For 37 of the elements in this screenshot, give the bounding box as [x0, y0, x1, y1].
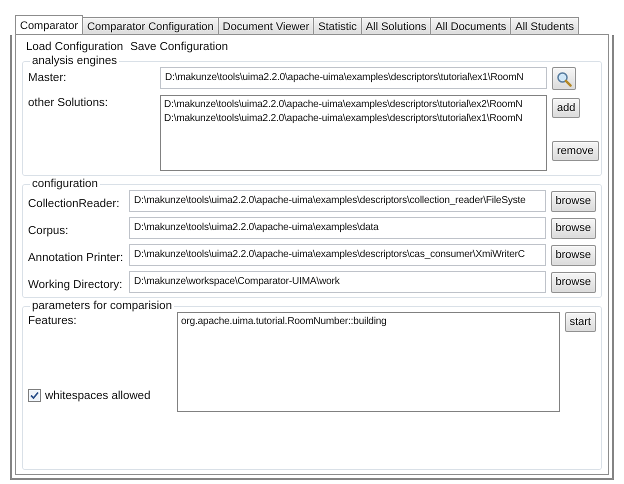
field-label: Master: [28, 71, 68, 84]
menu-item[interactable]: Save Configuration [130, 41, 228, 53]
list-item[interactable]: D:\makunze\tools\uima2.2.0\apache-uima\examples\descriptors\tutorial\ex2\RoomN [164, 98, 522, 112]
browse-button[interactable]: browse [550, 244, 596, 266]
start-button[interactable]: start [564, 312, 596, 332]
tab[interactable]: Document Viewer [218, 17, 314, 35]
tab[interactable]: All Students [510, 17, 579, 35]
field-label: Features: [28, 314, 78, 327]
tab[interactable]: All Documents [430, 17, 512, 35]
group-title: configuration [31, 178, 99, 190]
whitespaces-checkbox[interactable]: whitespaces allowed [28, 389, 172, 402]
remove-button[interactable]: remove [552, 141, 599, 161]
solutions-list[interactable]: D:\makunze\tools\uima2.2.0\apache-uima\examples\descriptors\tutorial\ex2\RoomN D:\makunze\tools\uima2.2.0\apache-uima\examples\descriptors\tutorial\ex1\RoomN [160, 95, 547, 171]
menu-item[interactable]: Load Configuration [26, 41, 124, 53]
field-label: Working Directory: [28, 278, 124, 290]
field-label: CollectionReader: [28, 196, 120, 210]
field-label: Corpus: [28, 224, 70, 236]
tab[interactable]: Statistic [313, 17, 362, 35]
master-field[interactable]: D:\makunze\tools\uima2.2.0\apache-uima\examples\descriptors\tutorial\ex1\RoomN [160, 67, 547, 89]
list-item[interactable]: D:\makunze\tools\uima2.2.0\apache-uima\examples\descriptors\tutorial\ex1\RoomN [164, 112, 522, 126]
path-field[interactable]: D:\makunze\tools\uima2.2.0\apache-uima\examples\descriptors\cas_consumer\XmiWriterC [129, 244, 546, 266]
group-title: analysis engines [31, 55, 118, 67]
path-field[interactable]: D:\makunze\tools\uima2.2.0\apache-uima\examples\data [129, 217, 546, 239]
browse-button[interactable]: browse [550, 190, 596, 212]
path-field[interactable]: D:\makunze\tools\uima2.2.0\apache-uima\examples\descriptors\collection_reader\FileSyste [129, 190, 546, 212]
tab[interactable]: Comparator [15, 15, 84, 35]
tab[interactable]: Comparator Configuration [82, 17, 219, 35]
add-button[interactable]: add [552, 98, 580, 118]
browse-button[interactable]: browse [550, 218, 596, 238]
browse-button[interactable]: browse [550, 272, 596, 292]
group-title: parameters for comparision [31, 300, 173, 312]
field-label: Annotation Printer: [28, 250, 124, 264]
field-label: other Solutions: [28, 96, 109, 109]
checkbox-label: whitespaces allowed [45, 390, 150, 402]
path-field[interactable]: D:\makunze\workspace\Comparator-UIMA\work [129, 271, 546, 293]
features-field[interactable]: org.apache.uima.tutorial.RoomNumber::building [177, 312, 560, 412]
tab[interactable]: All Solutions [360, 17, 432, 35]
